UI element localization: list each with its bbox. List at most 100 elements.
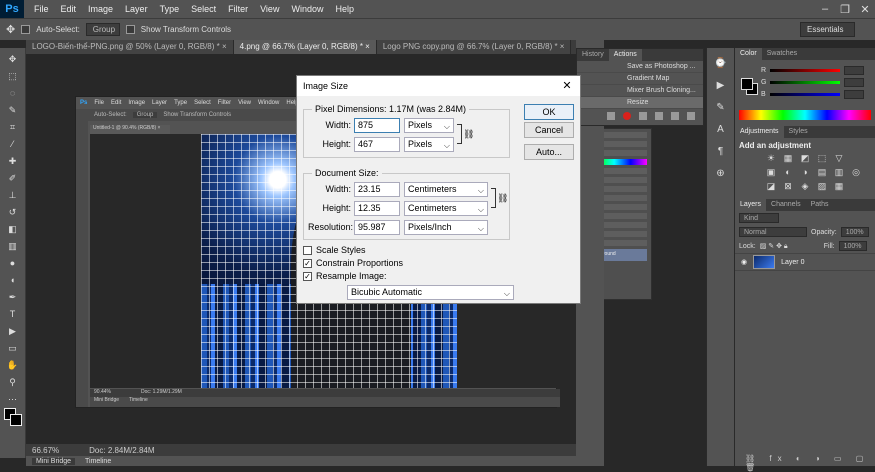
constrain-row[interactable]: ✓ Constrain Proportions xyxy=(303,257,403,269)
scale-styles-row[interactable]: Scale Styles xyxy=(303,244,366,256)
action-item[interactable]: Save as Photoshop ... xyxy=(577,61,703,73)
zoom-level[interactable]: 66.67% xyxy=(32,446,59,455)
tab-styles[interactable]: Styles xyxy=(784,126,813,138)
lock-icons[interactable]: ▨ ✎ ✥ 🔒︎ xyxy=(760,242,820,251)
color-spectrum[interactable] xyxy=(739,110,871,120)
menu-view[interactable]: View xyxy=(254,0,285,18)
blue-slider[interactable] xyxy=(769,92,840,96)
visibility-eye-icon[interactable]: ◉ xyxy=(741,258,747,266)
red-slider[interactable] xyxy=(770,68,841,72)
action-item-selected[interactable]: Resize xyxy=(577,97,703,109)
menu-image[interactable]: Image xyxy=(82,0,119,18)
resample-row[interactable]: ✓ Resample Image: xyxy=(303,270,387,282)
group-dropdown[interactable]: Group xyxy=(85,23,120,36)
show-transform-checkbox[interactable] xyxy=(125,25,135,34)
zoom-tool-icon[interactable]: ⚲ xyxy=(5,376,21,388)
close-icon[interactable]: ✕ xyxy=(855,3,875,16)
width-input[interactable]: 875 xyxy=(354,118,400,133)
black-white-icon[interactable]: ◑ xyxy=(799,167,811,177)
paragraph-icon[interactable]: ¶ xyxy=(714,146,728,158)
tab-history[interactable]: History xyxy=(577,49,609,61)
selective-color-icon[interactable]: ▨ xyxy=(816,181,828,191)
gradient-map-icon[interactable]: ▦ xyxy=(833,181,845,191)
brush-tool-icon[interactable]: ✐ xyxy=(5,172,21,184)
shape-tool-icon[interactable]: ▭ xyxy=(5,342,21,354)
crop-tool-icon[interactable]: ⌗ xyxy=(5,121,21,133)
vibrance-icon[interactable]: ▽ xyxy=(833,153,845,163)
tab-logo-bien-the[interactable]: LOGO-Biến-thể-PNG.png @ 50% (Layer 0, RG… xyxy=(26,40,234,54)
new-set-icon[interactable] xyxy=(655,112,663,120)
posterize-icon[interactable]: ⊠ xyxy=(782,181,794,191)
actions-icon[interactable]: ▶ xyxy=(714,80,728,92)
tab-logo-png-copy[interactable]: Logo PNG copy.png @ 66.7% (Layer 0, RGB/… xyxy=(376,40,572,54)
eraser-tool-icon[interactable]: ◧ xyxy=(5,223,21,235)
eyedropper-tool-icon[interactable]: ⁄ xyxy=(5,138,21,150)
height-unit-dropdown[interactable]: Pixels ⌵ xyxy=(404,137,454,152)
levels-icon[interactable]: ▦ xyxy=(782,153,794,163)
blur-tool-icon[interactable]: ● xyxy=(5,257,21,269)
exposure-icon[interactable]: ⬚ xyxy=(816,153,828,163)
new-action-icon[interactable] xyxy=(671,112,679,120)
resample-checkbox[interactable]: ✓ xyxy=(303,271,312,281)
doc-height-input[interactable]: 12.35 xyxy=(354,201,400,216)
restore-icon[interactable]: ❐ xyxy=(835,3,855,16)
move-tool-icon[interactable]: ✥ xyxy=(6,23,15,36)
doc-height-unit-dropdown[interactable]: Centimeters ⌵ xyxy=(404,201,488,216)
doc-width-unit-dropdown[interactable]: Centimeters ⌵ xyxy=(404,182,488,197)
history-icon[interactable]: ⌚ xyxy=(714,58,728,70)
fill-field[interactable]: 100% xyxy=(838,241,867,251)
invert-icon[interactable]: ◪ xyxy=(765,181,777,191)
green-value[interactable] xyxy=(844,77,865,87)
tab-4-png[interactable]: 4.png @ 66.7% (Layer 0, RGB/8) * × xyxy=(233,40,377,54)
tab-layers[interactable]: Layers xyxy=(735,199,767,211)
play-icon[interactable] xyxy=(639,112,647,120)
photo-filter-icon[interactable]: ▤ xyxy=(816,167,828,177)
menu-type[interactable]: Type xyxy=(154,0,186,18)
tab-mini-bridge[interactable]: Mini Bridge xyxy=(32,457,76,465)
clone-source-icon[interactable]: ⊕ xyxy=(714,168,728,180)
width-unit-dropdown[interactable]: Pixels ⌵ xyxy=(404,118,454,133)
green-slider[interactable] xyxy=(770,80,841,84)
brush-presets-icon[interactable]: ✎ xyxy=(714,102,728,114)
healing-tool-icon[interactable]: ✚ xyxy=(5,155,21,167)
menu-file[interactable]: File xyxy=(28,0,55,18)
type-tool-icon[interactable]: T xyxy=(5,308,21,320)
blue-value[interactable] xyxy=(843,89,864,99)
threshold-icon[interactable]: ◈ xyxy=(799,181,811,191)
curves-icon[interactable]: ◩ xyxy=(799,153,811,163)
dialog-close-button[interactable]: ✕ xyxy=(560,76,574,96)
dodge-tool-icon[interactable]: ◖ xyxy=(5,274,21,286)
constrain-checkbox[interactable]: ✓ xyxy=(303,258,312,268)
history-brush-icon[interactable]: ↺ xyxy=(5,206,21,218)
height-input[interactable]: 467 xyxy=(354,137,400,152)
quick-select-tool-icon[interactable]: ✎ xyxy=(5,104,21,116)
stamp-tool-icon[interactable]: ⊥ xyxy=(5,189,21,201)
tab-color[interactable]: Color xyxy=(735,48,762,60)
stop-icon[interactable] xyxy=(607,112,615,120)
minimize-icon[interactable]: – xyxy=(815,3,835,15)
ok-button[interactable]: OK xyxy=(524,104,574,120)
background-color-swatch[interactable] xyxy=(10,414,22,426)
marquee-tool-icon[interactable]: ⬚ xyxy=(5,70,21,82)
pen-tool-icon[interactable]: ✒ xyxy=(5,291,21,303)
foreground-color[interactable] xyxy=(741,78,753,90)
tab-actions[interactable]: Actions xyxy=(608,49,642,61)
record-icon[interactable] xyxy=(623,112,631,120)
resolution-input[interactable]: 95.987 xyxy=(354,220,400,235)
trash-icon[interactable] xyxy=(687,112,695,120)
character-icon[interactable]: A xyxy=(714,124,728,136)
tab-swatches[interactable]: Swatches xyxy=(762,48,802,60)
path-select-icon[interactable]: ▶ xyxy=(5,325,21,337)
action-item[interactable]: Gradient Map xyxy=(577,73,703,85)
scale-styles-checkbox[interactable] xyxy=(303,245,312,255)
auto-button[interactable]: Auto... xyxy=(524,144,574,160)
menu-filter[interactable]: Filter xyxy=(222,0,254,18)
more-tools-icon[interactable]: ⋯ xyxy=(5,393,21,405)
menu-edit[interactable]: Edit xyxy=(55,0,83,18)
layer-row[interactable]: ◉ Layer 0 xyxy=(735,253,875,271)
tab-timeline[interactable]: Timeline xyxy=(85,458,111,465)
hue-saturation-icon[interactable]: ▣ xyxy=(765,167,777,177)
resolution-unit-dropdown[interactable]: Pixels/Inch ⌵ xyxy=(404,220,488,235)
kind-filter-dropdown[interactable]: Kind xyxy=(739,213,779,223)
cancel-button[interactable]: Cancel xyxy=(524,122,574,138)
